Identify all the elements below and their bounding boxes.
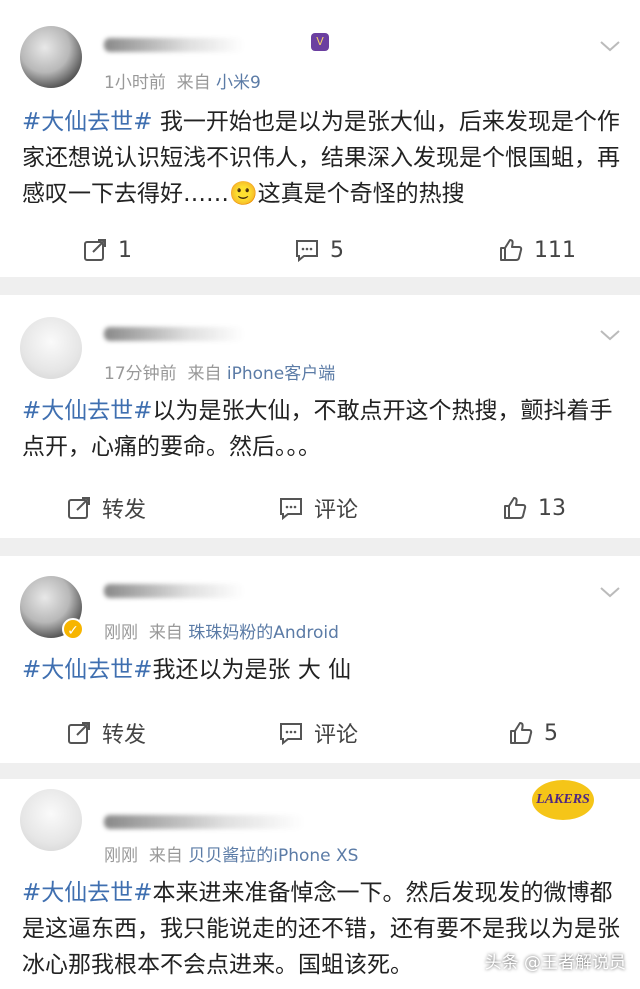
chevron-down-icon[interactable] bbox=[598, 580, 622, 604]
thumbs-up-icon bbox=[504, 497, 527, 519]
like-count: 13 bbox=[538, 495, 566, 521]
action-bar: 1 5 111 bbox=[0, 230, 640, 270]
comment-icon bbox=[296, 240, 318, 263]
lakers-badge-icon: LAKERS bbox=[532, 780, 594, 820]
repost-icon bbox=[84, 239, 106, 261]
post-time: 刚刚 bbox=[104, 623, 138, 643]
post-meta: 刚刚 来自 贝贝酱拉的iPhone XS bbox=[104, 841, 358, 866]
avatar[interactable] bbox=[20, 789, 82, 851]
thumbs-up-icon bbox=[500, 239, 523, 261]
post-meta: 刚刚 来自 珠珠妈粉的Android bbox=[104, 618, 339, 643]
comment-button[interactable]: 评论 bbox=[278, 488, 358, 528]
post-card-1: V 1小时前 来自 小米9 #大仙去世# 我一开始也是以为是张大仙，后来发现是个… bbox=[0, 0, 640, 277]
post-card-3: ✓ 刚刚 来自 珠珠妈粉的Android #大仙去世#我还以为是张 大 仙 转发… bbox=[0, 556, 640, 763]
verified-badge-icon: ✓ bbox=[62, 618, 84, 640]
repost-label: 转发 bbox=[102, 498, 147, 523]
post-source[interactable]: 贝贝酱拉的iPhone XS bbox=[188, 846, 358, 866]
repost-icon bbox=[68, 722, 90, 744]
comment-label: 评论 bbox=[314, 723, 359, 748]
chevron-down-icon[interactable] bbox=[598, 34, 622, 58]
post-text: #大仙去世#以为是张大仙，不敢点开这个热搜，颤抖着手点开，心痛的要命。然后。。。 bbox=[22, 393, 622, 465]
comment-button[interactable]: 5 bbox=[294, 230, 344, 270]
topic-link[interactable]: #大仙去世# bbox=[22, 657, 153, 683]
post-from: 来自 bbox=[176, 73, 211, 93]
like-count: 5 bbox=[544, 720, 558, 746]
comment-icon bbox=[280, 723, 302, 746]
comment-icon bbox=[280, 498, 302, 521]
user-name[interactable] bbox=[104, 38, 244, 52]
user-name[interactable] bbox=[104, 815, 304, 829]
comment-button[interactable]: 评论 bbox=[278, 713, 358, 753]
post-from: 来自 bbox=[148, 846, 183, 866]
post-source[interactable]: iPhone客户端 bbox=[227, 364, 335, 384]
topic-link[interactable]: #大仙去世# bbox=[22, 398, 153, 424]
topic-link[interactable]: #大仙去世# bbox=[22, 109, 153, 135]
repost-count: 1 bbox=[118, 237, 132, 263]
post-text: #大仙去世#我还以为是张 大 仙 bbox=[22, 652, 622, 688]
post-meta: 1小时前 来自 小米9 bbox=[104, 68, 261, 93]
avatar[interactable] bbox=[20, 26, 82, 88]
user-name[interactable] bbox=[104, 327, 244, 341]
chevron-down-icon[interactable] bbox=[598, 323, 622, 347]
user-name[interactable] bbox=[104, 584, 244, 598]
post-from: 来自 bbox=[187, 364, 222, 384]
like-button[interactable]: 13 bbox=[502, 488, 566, 528]
repost-icon bbox=[68, 497, 90, 519]
post-from: 来自 bbox=[148, 623, 183, 643]
vip-badge-icon: V bbox=[311, 33, 329, 51]
repost-button[interactable]: 转发 bbox=[66, 713, 146, 753]
like-button[interactable]: 5 bbox=[508, 713, 558, 753]
post-card-2: 17分钟前 来自 iPhone客户端 #大仙去世#以为是张大仙，不敢点开这个热搜… bbox=[0, 295, 640, 538]
watermark: 头条 @王者解说员 bbox=[484, 953, 626, 973]
thumbs-up-icon bbox=[510, 722, 533, 744]
avatar[interactable] bbox=[20, 317, 82, 379]
post-meta: 17分钟前 来自 iPhone客户端 bbox=[104, 359, 335, 384]
topic-link[interactable]: #大仙去世# bbox=[22, 880, 153, 906]
comment-label: 评论 bbox=[314, 498, 359, 523]
post-body: 我还以为是张 大 仙 bbox=[152, 657, 352, 683]
post-time: 1小时前 bbox=[104, 73, 166, 93]
repost-button[interactable]: 转发 bbox=[66, 488, 146, 528]
comment-count: 5 bbox=[330, 237, 344, 263]
post-source[interactable]: 小米9 bbox=[216, 73, 261, 93]
action-bar: 转发 评论 13 bbox=[0, 488, 640, 528]
post-source[interactable]: 珠珠妈粉的Android bbox=[188, 623, 339, 643]
post-text: #大仙去世# 我一开始也是以为是张大仙，后来发现是个作家还想说认识短浅不识伟人，… bbox=[22, 104, 622, 212]
post-time: 刚刚 bbox=[104, 846, 138, 866]
post-time: 17分钟前 bbox=[104, 364, 177, 384]
like-count: 111 bbox=[534, 237, 576, 263]
repost-label: 转发 bbox=[102, 723, 147, 748]
repost-button[interactable]: 1 bbox=[82, 230, 132, 270]
action-bar: 转发 评论 5 bbox=[0, 713, 640, 753]
like-button[interactable]: 111 bbox=[498, 230, 576, 270]
